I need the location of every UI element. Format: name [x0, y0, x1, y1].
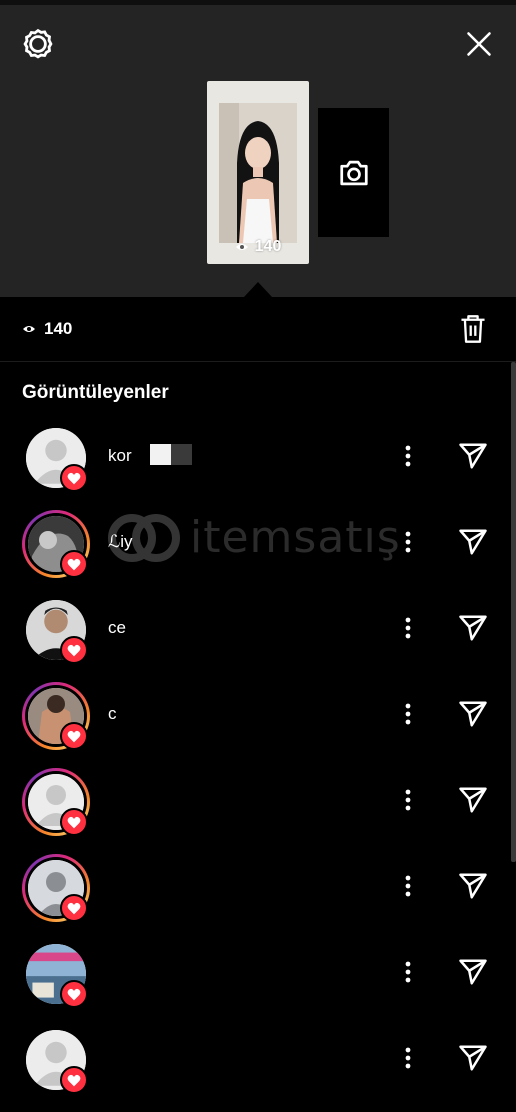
viewer-row[interactable] — [0, 1026, 510, 1112]
viewer-row[interactable]: ℒiy — [0, 510, 510, 596]
trash-icon — [461, 315, 485, 343]
selection-pointer — [244, 282, 272, 297]
story-views-label: 140 — [254, 238, 282, 255]
avatar[interactable] — [22, 854, 90, 922]
viewer-row[interactable] — [0, 854, 510, 940]
more-options-button[interactable] — [396, 782, 420, 818]
send-icon — [459, 787, 487, 813]
send-icon — [459, 443, 487, 469]
send-message-button[interactable] — [454, 696, 492, 732]
scrollbar[interactable] — [511, 362, 516, 862]
delete-story-button[interactable] — [455, 311, 491, 347]
viewer-row[interactable]: c — [0, 682, 510, 768]
avatar[interactable] — [22, 1026, 90, 1094]
story-photo — [219, 103, 297, 243]
avatar[interactable] — [22, 682, 90, 750]
viewer-username[interactable]: ce — [108, 618, 126, 638]
send-icon — [459, 615, 487, 641]
more-options-button[interactable] — [396, 524, 420, 560]
eye-icon — [23, 326, 35, 332]
more-vertical-icon — [405, 703, 411, 725]
send-message-button[interactable] — [454, 524, 492, 560]
heart-icon — [60, 980, 88, 1008]
send-message-button[interactable] — [454, 610, 492, 646]
more-vertical-icon — [405, 445, 411, 467]
more-options-button[interactable] — [396, 696, 420, 732]
heart-icon — [60, 636, 88, 664]
add-story-card[interactable] — [318, 108, 389, 237]
heart-icon — [60, 894, 88, 922]
more-options-button[interactable] — [396, 1040, 420, 1076]
heart-icon — [60, 808, 88, 836]
viewer-username[interactable]: ℒiy — [108, 532, 133, 552]
close-icon — [467, 32, 491, 56]
send-icon — [459, 529, 487, 555]
send-icon — [459, 873, 487, 899]
more-options-button[interactable] — [396, 610, 420, 646]
camera-icon — [339, 160, 368, 185]
avatar[interactable] — [22, 424, 90, 492]
more-options-button[interactable] — [396, 954, 420, 990]
send-message-button[interactable] — [454, 954, 492, 990]
more-options-button[interactable] — [396, 868, 420, 904]
viewer-row[interactable]: ce — [0, 596, 510, 682]
heart-icon — [60, 550, 88, 578]
heart-icon — [60, 1066, 88, 1094]
close-button[interactable] — [459, 24, 499, 64]
send-message-button[interactable] — [454, 782, 492, 818]
send-icon — [459, 959, 487, 985]
gear-icon — [23, 28, 53, 59]
more-vertical-icon — [405, 789, 411, 811]
avatar[interactable] — [22, 940, 90, 1008]
redaction-block — [150, 444, 192, 465]
avatar[interactable] — [22, 510, 90, 578]
viewer-row[interactable] — [0, 768, 510, 854]
viewer-row[interactable]: kor — [0, 424, 510, 510]
send-icon — [459, 701, 487, 727]
more-vertical-icon — [405, 961, 411, 983]
more-vertical-icon — [405, 617, 411, 639]
heart-icon — [60, 722, 88, 750]
views-count-label: 140 — [44, 319, 73, 338]
story-thumbnail[interactable]: 140 — [207, 81, 309, 264]
heart-icon — [60, 464, 88, 492]
send-message-button[interactable] — [454, 438, 492, 474]
viewer-username[interactable]: c — [108, 704, 117, 724]
status-bar-strip — [0, 0, 516, 5]
more-vertical-icon — [405, 531, 411, 553]
eye-icon — [235, 244, 248, 250]
more-vertical-icon — [405, 1047, 411, 1069]
more-options-button[interactable] — [396, 438, 420, 474]
more-vertical-icon — [405, 875, 411, 897]
send-message-button[interactable] — [454, 1040, 492, 1076]
send-message-button[interactable] — [454, 868, 492, 904]
story-preview-area: 140 — [0, 0, 516, 297]
avatar[interactable] — [22, 596, 90, 664]
story-stats-bar: 140 — [0, 297, 516, 362]
viewers-heading: Görüntüleyenler — [22, 382, 169, 403]
views-count[interactable]: 140 — [22, 319, 72, 339]
settings-button[interactable] — [18, 24, 58, 64]
avatar[interactable] — [22, 768, 90, 836]
story-view-count: 140 — [207, 238, 309, 256]
send-icon — [459, 1045, 487, 1071]
viewer-username[interactable]: kor — [108, 446, 132, 466]
viewer-row[interactable] — [0, 940, 510, 1026]
